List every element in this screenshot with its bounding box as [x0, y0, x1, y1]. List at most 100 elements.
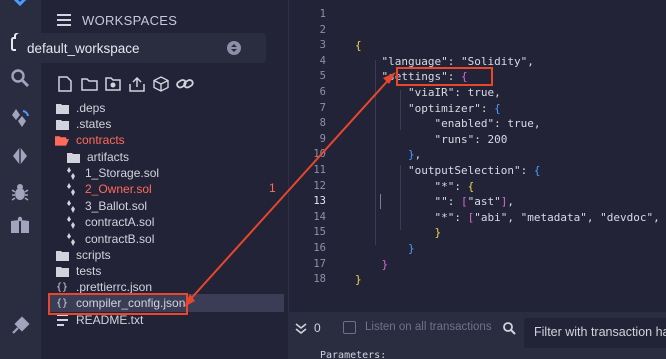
workspaces-header: WORKSPACES: [57, 10, 177, 30]
plugin-manager-icon[interactable]: [8, 314, 32, 338]
solidity-file-icon: [64, 166, 78, 180]
listen-checkbox[interactable]: [343, 321, 356, 334]
line-number: 1: [319, 8, 326, 20]
line-number: 16: [313, 241, 326, 254]
code-editor[interactable]: 1 2 3 4 5 6 7 8 9 10 11 12 13 14 15 16 17 18 { "language"…: [288, 0, 666, 312]
json-file-icon: {}: [55, 281, 69, 293]
terminal-output: Parameters:: [320, 350, 387, 359]
upload-icon[interactable]: [127, 74, 147, 94]
line-number: 13: [313, 195, 326, 208]
line-number: 9: [319, 132, 326, 145]
hamburger-icon[interactable]: [57, 14, 71, 26]
terminal-panel: 0 Listen on all transactions Filter with…: [288, 312, 666, 359]
tree-item-contracts[interactable]: contracts: [55, 132, 125, 148]
line-number: 14: [313, 210, 326, 223]
new-folder-icon[interactable]: [79, 74, 99, 94]
line-number: 12: [313, 179, 326, 192]
folder-icon: [66, 152, 80, 163]
line-number: 17: [313, 257, 326, 270]
line-number-gutter: 1 2 3 4 5 6 7 8 9 10 11 12 13 14 15 16 17 18: [289, 7, 335, 288]
text-file-icon: [55, 314, 69, 326]
line-number: 5: [319, 70, 326, 83]
tree-item-label: README.txt: [76, 313, 144, 327]
pending-tx-count: 0: [314, 321, 321, 335]
workspace-select-value: default_workspace: [27, 40, 140, 56]
folder-icon: [55, 250, 69, 261]
error-count-badge: 1: [269, 181, 276, 195]
line-number: 4: [319, 54, 326, 67]
tree-item-label: .deps: [76, 101, 106, 115]
solidity-file-icon: [64, 215, 78, 229]
code-line: "runs": 200: [434, 132, 508, 146]
tree-item-label: .states: [76, 117, 112, 131]
new-file-icon[interactable]: [55, 74, 75, 94]
tree-item-label: 3_Ballot.sol: [85, 199, 148, 213]
github-icon[interactable]: [103, 74, 123, 94]
file-toolbar: [55, 74, 195, 96]
learneth-icon[interactable]: [8, 214, 32, 238]
line-number: 3: [319, 39, 326, 52]
folder-icon: [55, 266, 69, 277]
package-icon[interactable]: [151, 74, 171, 94]
line-number: 6: [319, 85, 326, 98]
search-icon[interactable]: [502, 321, 516, 335]
solidity-file-icon: [64, 199, 78, 213]
tree-item-label: 2_Owner.sol: [85, 182, 152, 196]
code-line: "enabled": true,: [434, 117, 541, 131]
debugger-icon[interactable]: [8, 180, 32, 204]
tree-item-label: .prettierrc.json: [76, 280, 153, 294]
tree-item-contract-b[interactable]: contractB.sol: [64, 231, 154, 247]
text-cursor: [380, 194, 381, 209]
line-number: 2: [319, 23, 326, 36]
code-line: }: [434, 226, 442, 240]
tree-item-label: contractA.sol: [85, 215, 155, 229]
folder-icon: [55, 119, 69, 130]
line-number: 15: [313, 226, 326, 239]
tree-item-label: contracts: [76, 133, 125, 147]
code-line: },: [408, 148, 422, 162]
code-line: {: [355, 39, 362, 53]
tree-item-artifacts[interactable]: artifacts: [66, 149, 129, 165]
line-number: 18: [313, 273, 326, 286]
tree-item-label: contractB.sol: [85, 232, 155, 246]
code-content: { "language": "Solidity", "settings": { …: [355, 7, 666, 288]
code-line: }: [355, 273, 362, 287]
code-line: "*": {: [434, 179, 475, 193]
search-icon[interactable]: [8, 66, 32, 90]
filter-input[interactable]: Filter with transaction hash: [524, 318, 666, 348]
listen-label: Listen on all transactions: [365, 321, 492, 333]
line-number: 11: [313, 163, 326, 176]
tree-item-contract-a[interactable]: contractA.sol: [64, 214, 154, 230]
link-icon[interactable]: [175, 74, 195, 94]
folder-open-icon: [55, 135, 69, 146]
deploy-icon[interactable]: [8, 144, 32, 168]
code-line: "optimizer": {: [408, 101, 501, 115]
code-line: "outputSelection": {: [408, 163, 541, 177]
chevron-double-down-icon[interactable]: [294, 322, 308, 336]
annotation-box-compiler-config: [48, 293, 188, 315]
workspaces-title: WORKSPACES: [82, 12, 178, 28]
code-line: "viaIR": true,: [408, 85, 501, 99]
tree-item-label: tests: [76, 264, 102, 278]
tree-item-3-ballot[interactable]: 3_Ballot.sol: [64, 198, 147, 214]
code-line: }: [408, 241, 415, 255]
remix-logo-icon[interactable]: [6, 0, 34, 10]
tree-item-1-storage[interactable]: 1_Storage.sol: [64, 165, 159, 181]
solidity-file-icon: [64, 232, 78, 246]
code-line: "": ["ast"],: [434, 195, 515, 209]
code-line: }: [381, 257, 389, 271]
tree-item-label: artifacts: [87, 150, 130, 164]
tree-item-2-owner[interactable]: 2_Owner.sol: [64, 181, 152, 197]
line-number: 10: [313, 148, 326, 161]
tree-item-tests[interactable]: tests: [55, 263, 101, 279]
solidity-compiler-icon[interactable]: [8, 106, 32, 130]
annotation-box-viair: [396, 67, 493, 86]
tree-item-states[interactable]: .states: [55, 116, 111, 132]
tree-item-deps[interactable]: .deps: [55, 100, 105, 116]
code-line: "*": ["abi", "metadata", "devdoc", "u: [434, 210, 660, 224]
workspace-select[interactable]: default_workspace: [16, 33, 266, 63]
folder-icon: [55, 103, 69, 114]
tree-item-scripts[interactable]: scripts: [55, 247, 111, 263]
